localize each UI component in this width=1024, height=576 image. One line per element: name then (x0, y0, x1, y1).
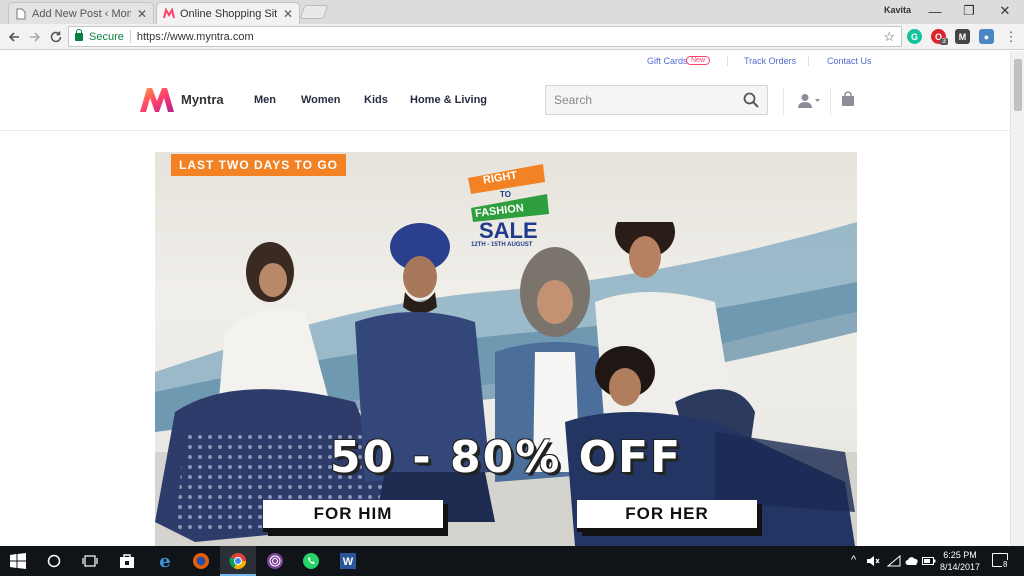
close-window-button[interactable]: ✕ (988, 0, 1022, 22)
site-header: Myntra Men Women Kids Home & Living (0, 71, 1010, 131)
edge-e-icon: e (159, 550, 171, 572)
secure-indicator[interactable]: Secure (75, 28, 124, 43)
myntra-logo-icon[interactable] (139, 87, 175, 113)
clock-date: 8/14/2017 (939, 562, 981, 572)
tab-title: Online Shopping Site - S (180, 7, 277, 20)
divider (783, 88, 784, 116)
minimize-button[interactable]: — (918, 0, 952, 22)
contact-us-link[interactable]: Contact Us (827, 56, 872, 66)
mail-extension-icon[interactable]: M (955, 29, 970, 44)
close-tab-icon[interactable]: ✕ (137, 7, 147, 21)
brand-name[interactable]: Myntra (181, 92, 224, 107)
nav-women[interactable]: Women (301, 94, 341, 106)
promo-tag: LAST TWO DAYS TO GO (171, 154, 347, 176)
sale-badge: RIGHT TO FASHION SALE 12TH - 15TH AUGUST (465, 160, 555, 250)
profile-extension-icon[interactable]: ● (979, 29, 994, 44)
divider (727, 56, 728, 66)
word-icon[interactable]: W (338, 551, 358, 571)
task-view-icon[interactable] (80, 551, 100, 571)
sale-line-4: SALE (479, 218, 538, 243)
clock-time: 6:25 PM (943, 550, 977, 560)
address-bar[interactable]: Secure https://www.myntra.com ☆ (68, 26, 902, 47)
url-text[interactable]: https://www.myntra.com (137, 31, 254, 43)
page-icon (16, 8, 26, 19)
notification-count-badge: 8 (1002, 560, 1009, 569)
windows-start-icon[interactable] (8, 551, 28, 571)
track-orders-link[interactable]: Track Orders (744, 56, 796, 66)
sale-line-2: TO (500, 190, 511, 199)
search-input[interactable] (554, 93, 743, 107)
search-box[interactable] (545, 85, 768, 115)
reload-button[interactable] (47, 28, 65, 46)
scrollbar-thumb[interactable] (1014, 59, 1022, 111)
firefox-icon[interactable] (191, 551, 211, 571)
vertical-scrollbar[interactable] (1010, 51, 1024, 546)
nav-kids[interactable]: Kids (364, 94, 388, 106)
bookmark-star-icon[interactable]: ☆ (883, 29, 895, 45)
user-profile-icon[interactable] (797, 93, 821, 109)
svg-text:W: W (343, 556, 354, 568)
divider (830, 88, 831, 116)
whatsapp-logo-icon (303, 553, 319, 569)
task-view-glyph-icon (82, 555, 98, 567)
chrome-menu-button[interactable]: ⋮ (1002, 28, 1020, 46)
tab-title: Add New Post ‹ Momtast (32, 7, 131, 20)
firefox-logo-icon (193, 553, 209, 569)
onedrive-cloud-icon[interactable] (905, 555, 919, 567)
sale-dates: 12TH - 15TH AUGUST (471, 242, 533, 248)
extension-badge-count: 3 (940, 38, 948, 45)
nav-home-living[interactable]: Home & Living (410, 94, 487, 106)
top-links-bar: Gift Cards New Track Orders Contact Us (0, 51, 1010, 71)
lock-icon (75, 28, 83, 41)
tab-myntra[interactable]: Online Shopping Site - S ✕ (156, 2, 300, 24)
circle-icon (47, 554, 61, 568)
close-tab-icon[interactable]: ✕ (283, 7, 293, 21)
secure-label: Secure (89, 30, 124, 43)
reload-icon (50, 31, 62, 43)
page-viewport: Gift Cards New Track Orders Contact Us M… (0, 51, 1010, 546)
tab-add-new-post[interactable]: Add New Post ‹ Momtast ✕ (8, 2, 154, 24)
for-him-button[interactable]: FOR HIM (263, 500, 443, 532)
forward-button[interactable] (26, 28, 44, 46)
gift-cards-link[interactable]: Gift Cards (647, 56, 688, 66)
divider (808, 56, 809, 66)
divider (129, 30, 131, 43)
browser-toolbar: Secure https://www.myntra.com ☆ G O 3 M … (0, 24, 1024, 50)
promo-banner[interactable]: LAST TWO DAYS TO GO RIGHT TO FASHION SAL… (155, 152, 857, 546)
tor-browser-icon[interactable] (265, 551, 285, 571)
onion-icon (267, 553, 283, 569)
models-illustration (155, 222, 857, 546)
shopping-bag-store-icon (120, 554, 134, 568)
store-icon[interactable] (117, 551, 137, 571)
new-tab-button[interactable] (299, 5, 329, 19)
browser-tab-strip: Add New Post ‹ Momtast ✕ Online Shopping… (0, 0, 1024, 24)
profile-name[interactable]: Kavita (884, 5, 911, 15)
battery-icon[interactable] (922, 556, 936, 566)
windows-taskbar: e W ^ 6:25 PM 8/14/2017 8 (0, 546, 1024, 576)
whatsapp-icon[interactable] (301, 551, 321, 571)
new-badge: New (686, 56, 711, 65)
grammarly-extension-icon[interactable]: G (907, 29, 922, 44)
nav-men[interactable]: Men (254, 94, 276, 106)
cortana-icon[interactable] (44, 551, 64, 571)
volume-muted-icon[interactable] (866, 555, 880, 567)
myntra-favicon-icon (163, 7, 175, 18)
windows-logo-icon (10, 553, 26, 569)
chrome-logo-icon (229, 553, 247, 570)
forward-arrow-icon (30, 32, 41, 42)
back-button[interactable] (5, 28, 23, 46)
search-icon[interactable] (743, 92, 759, 108)
restore-button[interactable]: ❐ (952, 0, 986, 22)
for-her-button[interactable]: FOR HER (577, 500, 757, 532)
chrome-icon[interactable] (228, 551, 248, 571)
word-logo-icon: W (340, 553, 356, 569)
system-clock[interactable]: 6:25 PM 8/14/2017 (936, 549, 984, 573)
back-arrow-icon (8, 32, 19, 42)
shopping-bag-icon[interactable] (841, 91, 855, 107)
discount-headline: 50 - 80% OFF (329, 432, 683, 483)
show-hidden-icons-icon[interactable]: ^ (851, 554, 856, 566)
wifi-icon[interactable] (887, 555, 901, 567)
edge-browser-icon[interactable]: e (155, 550, 175, 572)
